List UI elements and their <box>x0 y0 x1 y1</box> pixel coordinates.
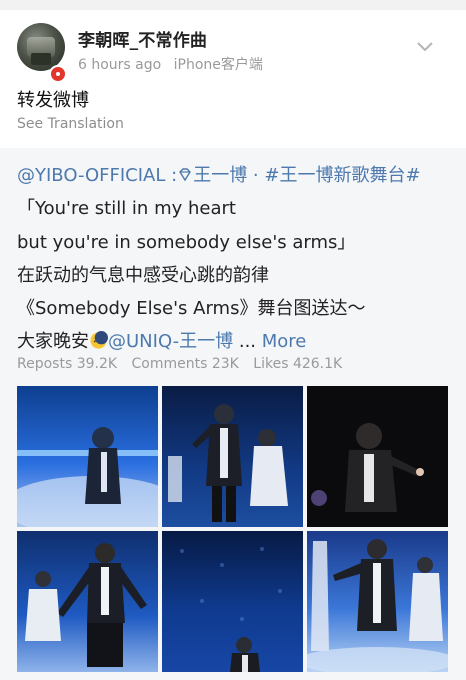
photo-3[interactable] <box>307 386 448 527</box>
mention-uniq-wangyibo[interactable]: @UNIQ-王一博 <box>108 331 233 352</box>
mention-yibo-official[interactable]: @YIBO-OFFICIAL <box>17 165 165 186</box>
repost-line-5: 《Somebody Else's Arms》舞台图送达～ <box>17 298 366 319</box>
repost-line-2: 「You're still in my heart <box>17 198 236 219</box>
hashtag-new-song[interactable]: #王一博新歌舞台# <box>264 165 420 186</box>
repost-stats: Reposts 39.2K Comments 23K Likes 426.1K <box>17 356 352 372</box>
photo-1[interactable] <box>17 386 158 527</box>
chevron-down-icon[interactable] <box>415 40 435 54</box>
post-header: 李朝晖_不常作曲 6 hours ago iPhone客户端 <box>0 10 466 83</box>
repost-line-4: 在跃动的气息中感受心跳的韵律 <box>17 265 269 286</box>
repost-card[interactable]: @YIBO-OFFICIAL : 王一博 · #王一博新歌舞台# 「You're … <box>0 148 466 680</box>
post-text: 转发微博 <box>17 90 89 111</box>
post-source: iPhone客户端 <box>173 57 263 73</box>
photo-6[interactable] <box>307 531 448 672</box>
photo-5[interactable] <box>162 531 303 672</box>
sleepy-moon-emoji-icon <box>90 331 108 349</box>
post-time: 6 hours ago <box>78 57 162 73</box>
photo-4[interactable] <box>17 531 158 672</box>
more-link[interactable]: More <box>262 331 307 352</box>
avatar[interactable] <box>17 23 65 71</box>
diamond-icon <box>179 168 192 182</box>
repost-line-1: @YIBO-OFFICIAL : 王一博 · #王一博新歌舞台# <box>17 165 421 186</box>
tag-wangyibo[interactable]: 王一博 <box>193 165 247 186</box>
verified-badge-icon <box>49 65 67 83</box>
see-translation-link[interactable]: See Translation <box>17 116 124 132</box>
top-strip <box>0 0 466 10</box>
photo-2[interactable] <box>162 386 303 527</box>
repost-line-3: but you're in somebody else's arms」 <box>17 232 356 253</box>
likes-count[interactable]: Likes 426.1K <box>253 356 342 372</box>
comments-count[interactable]: Comments 23K <box>132 356 239 372</box>
repost-line-6: 大家晚安 @UNIQ-王一博 ... More <box>17 331 307 352</box>
username[interactable]: 李朝晖_不常作曲 <box>78 26 207 51</box>
post-meta: 6 hours ago iPhone客户端 <box>78 54 271 74</box>
reposts-count[interactable]: Reposts 39.2K <box>17 356 117 372</box>
